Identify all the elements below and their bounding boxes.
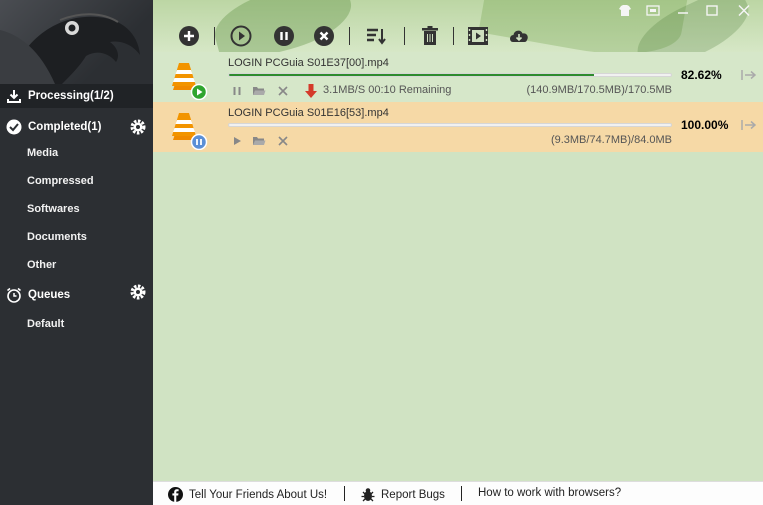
open-folder-arrow-icon[interactable] xyxy=(741,69,757,81)
sidebar-item-label: Queues xyxy=(28,289,71,301)
progress-bar xyxy=(228,73,672,77)
stop-icon[interactable] xyxy=(313,25,335,47)
file-sizes: (140.9MB/170.5MB)/170.5MB xyxy=(526,84,672,96)
bug-icon xyxy=(360,487,376,502)
row-remove-icon[interactable] xyxy=(276,134,290,148)
sidebar-queue-default[interactable]: Default xyxy=(27,318,64,330)
speed-remaining: 3.1MB/S 00:10 Remaining xyxy=(323,84,452,96)
eagle-logo xyxy=(0,0,153,84)
skin-icon[interactable] xyxy=(617,4,633,17)
mini-mode-icon[interactable] xyxy=(645,4,661,17)
progress-percent: 100.00% xyxy=(681,118,729,132)
vlc-file-icon xyxy=(169,110,209,151)
maximize-icon[interactable] xyxy=(704,4,720,17)
how-to-browsers-link[interactable]: How to work with browsers? xyxy=(478,487,621,499)
row-pause-icon[interactable] xyxy=(230,84,244,98)
sidebar-category-media[interactable]: Media xyxy=(27,147,58,159)
minimize-icon[interactable] xyxy=(675,4,691,17)
row-play-icon[interactable] xyxy=(230,134,244,148)
video-icon[interactable] xyxy=(467,25,489,47)
sidebar-category-documents[interactable]: Documents xyxy=(27,231,87,243)
main-panel: LOGIN PCGuia S01E37[00].mp4 82.62% 3.1MB… xyxy=(153,0,763,505)
progress-percent: 82.62% xyxy=(681,68,722,82)
progress-bar xyxy=(228,123,672,127)
file-name: LOGIN PCGuia S01E16[53].mp4 xyxy=(228,107,389,119)
file-name: LOGIN PCGuia S01E37[00].mp4 xyxy=(228,57,389,69)
download-tray-icon xyxy=(6,88,22,104)
queues-settings-gear-icon[interactable] xyxy=(129,283,147,301)
download-arrow-icon xyxy=(304,83,318,98)
sidebar-item-label: Processing(1/2) xyxy=(28,90,114,102)
progress-fill xyxy=(229,124,671,126)
download-row[interactable]: LOGIN PCGuia S01E16[53].mp4 100.00% (9.3… xyxy=(153,102,763,152)
sidebar-category-other[interactable]: Other xyxy=(27,259,56,271)
file-sizes: (9.3MB/74.7MB)/84.0MB xyxy=(550,134,672,146)
sidebar-category-softwares[interactable]: Softwares xyxy=(27,203,80,215)
row-remove-icon[interactable] xyxy=(276,84,290,98)
toolbar xyxy=(153,0,763,52)
download-row[interactable]: LOGIN PCGuia S01E37[00].mp4 82.62% 3.1MB… xyxy=(153,52,763,102)
delete-icon[interactable] xyxy=(419,25,441,47)
sidebar-item-label: Completed(1) xyxy=(28,121,102,133)
sidebar: Processing(1/2) Completed(1) Media Compr… xyxy=(0,0,153,505)
how-to-label: How to work with browsers? xyxy=(478,487,622,499)
facebook-icon xyxy=(168,487,183,502)
completed-settings-gear-icon[interactable] xyxy=(129,118,147,136)
play-icon[interactable] xyxy=(230,25,252,47)
vlc-file-icon xyxy=(169,60,209,101)
footer: Tell Your Friends About Us! Report Bugs … xyxy=(153,481,763,505)
sidebar-category-compressed[interactable]: Compressed xyxy=(27,175,94,187)
close-icon[interactable] xyxy=(736,4,752,17)
report-bugs-link[interactable]: Report Bugs xyxy=(360,487,445,502)
sidebar-item-processing[interactable]: Processing(1/2) xyxy=(0,84,153,108)
tell-friends-label: Tell Your Friends About Us! xyxy=(189,488,328,501)
report-bugs-label: Report Bugs xyxy=(381,488,445,501)
pause-icon[interactable] xyxy=(273,25,295,47)
open-folder-arrow-icon[interactable] xyxy=(741,119,757,131)
add-icon[interactable] xyxy=(178,25,200,47)
check-circle-icon xyxy=(6,119,22,135)
sort-icon[interactable] xyxy=(365,25,387,47)
progress-fill xyxy=(229,74,595,76)
open-folder-icon[interactable] xyxy=(252,134,266,148)
tell-friends-link[interactable]: Tell Your Friends About Us! xyxy=(168,487,327,502)
open-folder-icon[interactable] xyxy=(252,84,266,98)
cloud-download-icon[interactable] xyxy=(508,25,530,47)
alarm-clock-icon xyxy=(6,287,22,303)
